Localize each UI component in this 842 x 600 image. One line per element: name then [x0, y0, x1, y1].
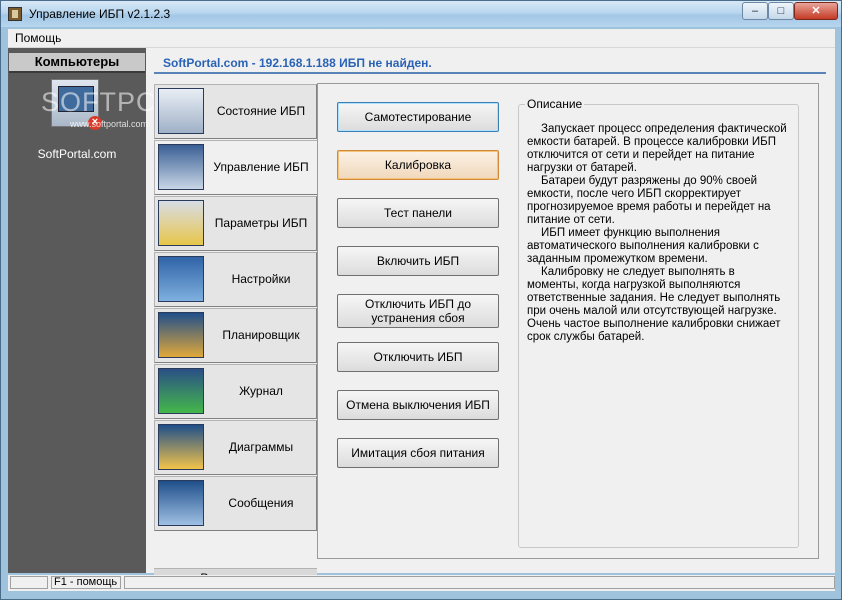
action-panel: Самотестирование Калибровка Тест панели … — [317, 83, 819, 559]
watermark-url: www.softportal.com — [70, 119, 149, 129]
cancel-shutdown-button[interactable]: Отмена выключения ИБП — [337, 390, 499, 420]
nav-label: Диаграммы — [228, 440, 294, 454]
status-cell — [124, 576, 835, 589]
nav-item-scheduler[interactable]: Планировщик — [154, 308, 317, 363]
connection-status: SoftPortal.com - 192.168.1.188 ИБП не на… — [163, 56, 432, 70]
nav-label: Планировщик — [222, 328, 300, 342]
ups-control-icon — [158, 144, 204, 190]
description-paragraph: Батареи будут разряжены до 90% своей емк… — [527, 175, 771, 226]
minimize-button[interactable]: – — [742, 2, 768, 20]
status-cell — [10, 576, 48, 589]
nav-label: Сообщения — [228, 496, 294, 510]
journal-icon — [158, 368, 204, 414]
charts-icon — [158, 424, 204, 470]
ups-params-icon — [158, 200, 204, 246]
shutdown-until-fault-cleared-button[interactable]: Отключить ИБП до устранения сбоя — [337, 294, 499, 328]
description-paragraph: Калибровку не следует выполнять в момент… — [527, 266, 781, 343]
help-hint: F1 - помощь — [51, 576, 121, 589]
nav-item-charts[interactable]: Диаграммы — [154, 420, 317, 475]
nav-label: Параметры ИБП — [214, 216, 308, 230]
nav-item-messages[interactable]: Сообщения — [154, 476, 317, 531]
menu-help[interactable]: Помощь — [15, 31, 61, 45]
status-header: SoftPortal.com - 192.168.1.188 ИБП не на… — [154, 52, 826, 74]
client-area: Компьютеры SoftPortal.com SOFTPORTAL www… — [8, 48, 835, 587]
messages-icon — [158, 480, 204, 526]
ups-status-icon — [158, 88, 204, 134]
title-bar[interactable]: Управление ИБП v2.1.2.3 – □ ✕ — [1, 1, 841, 27]
nav-label: Состояние ИБП — [216, 104, 306, 118]
description-legend: Описание — [525, 97, 585, 111]
description-group: Описание Запускает процесс определения ф… — [518, 97, 799, 548]
turn-on-ups-button[interactable]: Включить ИБП — [337, 246, 499, 276]
nav-item-settings[interactable]: Настройки — [154, 252, 317, 307]
nav-item-ups-params[interactable]: Параметры ИБП — [154, 196, 317, 251]
calibration-button[interactable]: Калибровка — [337, 150, 499, 180]
description-text: Запускает процесс определения фактическо… — [527, 123, 789, 344]
computer-label[interactable]: SoftPortal.com — [8, 147, 146, 161]
description-paragraph: ИБП имеет функцию выполнения автоматичес… — [527, 227, 759, 265]
window-title: Управление ИБП v2.1.2.3 — [29, 7, 171, 21]
nav-item-journal[interactable]: Журнал — [154, 364, 317, 419]
nav-label: Настройки — [231, 272, 291, 286]
turn-off-ups-button[interactable]: Отключить ИБП — [337, 342, 499, 372]
menu-bar: Помощь — [8, 29, 835, 48]
main-panel: SoftPortal.com - 192.168.1.188 ИБП не на… — [153, 52, 827, 587]
settings-icon — [158, 256, 204, 302]
status-bar: F1 - помощь — [8, 575, 835, 591]
selftest-button[interactable]: Самотестирование — [337, 102, 499, 132]
scheduler-icon — [158, 312, 204, 358]
app-window: Управление ИБП v2.1.2.3 – □ ✕ Помощь Ком… — [0, 0, 842, 600]
maximize-button[interactable]: □ — [768, 2, 794, 20]
simulate-power-failure-button[interactable]: Имитация сбоя питания — [337, 438, 499, 468]
panel-test-button[interactable]: Тест панели — [337, 198, 499, 228]
nav-label: Управление ИБП — [213, 160, 309, 174]
app-icon[interactable] — [8, 7, 22, 21]
computers-pane: Компьютеры SoftPortal.com SOFTPORTAL www… — [8, 48, 228, 573]
description-paragraph: Запускает процесс определения фактическо… — [527, 123, 787, 174]
computers-header: Компьютеры — [9, 53, 145, 73]
nav-label: Журнал — [239, 384, 283, 398]
nav-item-ups-control[interactable]: Управление ИБП — [154, 140, 320, 195]
nav-panel: Состояние ИБП Управление ИБП Параметры И… — [154, 84, 320, 587]
close-button[interactable]: ✕ — [794, 2, 838, 20]
nav-item-ups-status[interactable]: Состояние ИБП — [154, 84, 317, 139]
